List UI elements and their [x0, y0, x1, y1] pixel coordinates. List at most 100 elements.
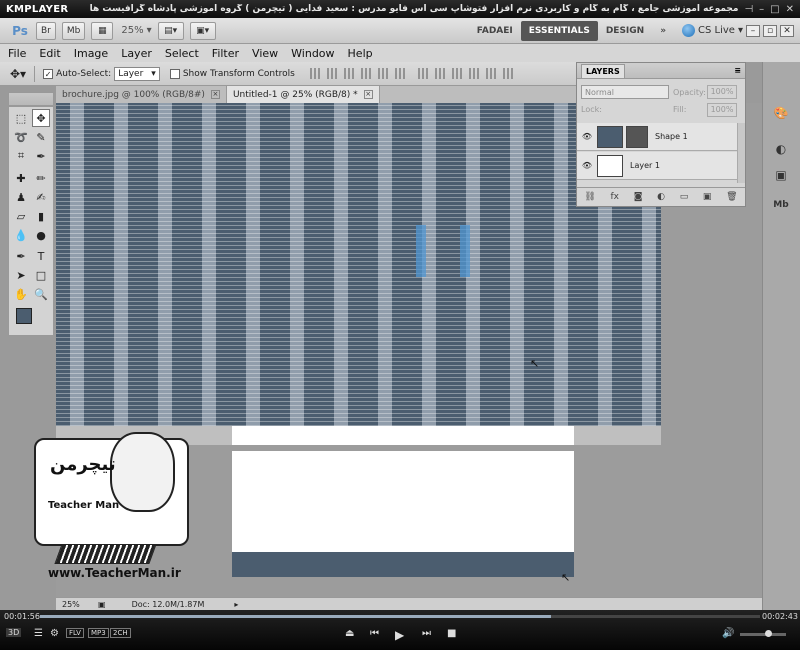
shape-1-rectangle[interactable]: [232, 552, 574, 577]
maximize-icon[interactable]: □: [770, 4, 779, 15]
color-panel-icon[interactable]: 🎨: [771, 106, 791, 124]
align-hcenter-icon[interactable]: [377, 68, 389, 79]
type-tool-icon[interactable]: T: [32, 247, 50, 265]
blur-tool-icon[interactable]: 💧: [12, 226, 30, 244]
volume-slider[interactable]: [740, 633, 786, 636]
menu-icon[interactable]: ☰: [34, 628, 43, 639]
cs-live-button[interactable]: CS Live ▾: [682, 24, 743, 37]
eraser-tool-icon[interactable]: ▱: [12, 207, 30, 225]
menu-help[interactable]: Help: [348, 47, 373, 60]
align-bottom-icon[interactable]: [343, 68, 355, 79]
minimize-icon[interactable]: –: [759, 4, 764, 15]
visibility-eye-icon[interactable]: 👁: [581, 132, 593, 141]
pen-tool-icon[interactable]: ✒: [12, 247, 30, 265]
minibridge-button[interactable]: Mb: [61, 21, 86, 40]
foreground-color-swatch[interactable]: [16, 308, 32, 324]
status-zoom[interactable]: 25%: [56, 600, 92, 609]
layers-scrollbar[interactable]: [737, 123, 745, 183]
zoom-level-select[interactable]: 25% ▾: [121, 25, 151, 36]
distribute-hcenter-icon[interactable]: [485, 68, 497, 79]
ps-minimize-icon[interactable]: –: [746, 24, 760, 37]
masks-panel-icon[interactable]: ▣: [771, 168, 791, 186]
fill-field[interactable]: 100%: [707, 103, 737, 117]
distribute-bottom-icon[interactable]: [451, 68, 463, 79]
tab-untitled-1[interactable]: Untitled-1 @ 25% (RGB/8) * ×: [226, 86, 380, 103]
clone-stamp-tool-icon[interactable]: ♟: [12, 188, 30, 206]
stop-icon[interactable]: ■: [447, 628, 456, 639]
rectangle-tool-icon[interactable]: □: [32, 266, 50, 284]
healing-brush-tool-icon[interactable]: ✚: [12, 169, 30, 187]
close-icon[interactable]: ✕: [786, 4, 794, 15]
volume-knob[interactable]: [765, 630, 772, 637]
panel-menu-icon[interactable]: ≡: [734, 66, 745, 75]
quick-select-tool-icon[interactable]: ✎: [32, 128, 50, 146]
play-icon[interactable]: ▶: [395, 628, 404, 642]
new-layer-icon[interactable]: ▣: [703, 192, 712, 202]
align-right-icon[interactable]: [394, 68, 406, 79]
hand-tool-icon[interactable]: ✋: [12, 285, 30, 303]
menu-layer[interactable]: Layer: [121, 47, 152, 60]
ps-close-icon[interactable]: ✕: [780, 24, 794, 37]
gradient-tool-icon[interactable]: ▮: [32, 207, 50, 225]
brush-tool-icon[interactable]: ✏: [32, 169, 50, 187]
move-tool-icon[interactable]: ✥: [32, 109, 50, 127]
link-layers-icon[interactable]: ⛓: [584, 192, 595, 202]
eject-icon[interactable]: ⏏: [345, 628, 354, 639]
auto-select-target-select[interactable]: Layer ▾: [114, 66, 160, 81]
layer-style-icon[interactable]: fx: [610, 192, 619, 202]
workspace-fadaei[interactable]: FADAEI: [469, 21, 521, 41]
status-icon[interactable]: ▣: [98, 600, 106, 609]
show-transform-checkbox[interactable]: [169, 68, 180, 79]
delete-layer-icon[interactable]: 🗑: [726, 192, 737, 202]
menu-select[interactable]: Select: [165, 47, 199, 60]
zoom-tool-icon[interactable]: 🔍: [32, 285, 50, 303]
align-vcenter-icon[interactable]: [326, 68, 338, 79]
group-icon[interactable]: ▭: [680, 192, 689, 202]
distribute-vcenter-icon[interactable]: [434, 68, 446, 79]
workspace-essentials[interactable]: ESSENTIALS: [520, 20, 598, 41]
layer-row-layer-1[interactable]: 👁 Layer 1: [577, 152, 737, 180]
status-menu-arrow-icon[interactable]: ▸: [234, 600, 238, 609]
menu-file[interactable]: File: [8, 47, 26, 60]
3d-mode-button[interactable]: 3D: [6, 628, 22, 637]
minibridge-panel-icon[interactable]: Mb: [771, 200, 791, 218]
pin-icon[interactable]: ⊣: [744, 4, 753, 15]
tab-close-icon[interactable]: ×: [363, 90, 373, 99]
view-extras-button[interactable]: ▦: [91, 21, 114, 40]
settings-icon[interactable]: ⚙: [50, 628, 59, 639]
layer-row-shape-1[interactable]: 👁 Shape 1: [577, 123, 737, 151]
menu-image[interactable]: Image: [74, 47, 108, 60]
opacity-field[interactable]: 100%: [707, 85, 737, 99]
adjustments-panel-icon[interactable]: ◐: [771, 142, 791, 160]
brochure-pattern-layer[interactable]: [56, 103, 661, 426]
volume-icon[interactable]: 🔊: [722, 628, 734, 639]
menu-edit[interactable]: Edit: [39, 47, 60, 60]
menu-filter[interactable]: Filter: [212, 47, 239, 60]
tab-close-icon[interactable]: ×: [210, 90, 220, 99]
distribute-top-icon[interactable]: [417, 68, 429, 79]
screen-mode-button[interactable]: ▣▾: [189, 21, 216, 40]
tab-brochure[interactable]: brochure.jpg @ 100% (RGB/8#) ×: [56, 86, 227, 103]
align-left-icon[interactable]: [360, 68, 372, 79]
path-selection-tool-icon[interactable]: ➤: [12, 266, 30, 284]
move-tool-preset-icon[interactable]: ✥▾: [10, 67, 26, 81]
ps-restore-icon[interactable]: ▫: [763, 24, 777, 37]
visibility-eye-icon[interactable]: 👁: [581, 161, 593, 170]
arrange-documents-button[interactable]: ▤▾: [157, 21, 184, 40]
next-icon[interactable]: ⏭: [422, 628, 431, 639]
adjustment-layer-icon[interactable]: ◐: [657, 192, 665, 202]
dodge-tool-icon[interactable]: ●: [32, 226, 50, 244]
add-mask-icon[interactable]: ◙: [634, 192, 643, 202]
history-brush-tool-icon[interactable]: ✍: [32, 188, 50, 206]
distribute-right-icon[interactable]: [502, 68, 514, 79]
previous-icon[interactable]: ⏮: [370, 628, 379, 639]
tools-panel-header[interactable]: [8, 92, 54, 106]
layers-tab[interactable]: LAYERS: [581, 63, 625, 78]
more-workspaces-icon[interactable]: »: [652, 21, 674, 41]
distribute-left-icon[interactable]: [468, 68, 480, 79]
auto-select-checkbox[interactable]: ✓: [43, 68, 54, 79]
menu-window[interactable]: Window: [291, 47, 334, 60]
bridge-button[interactable]: Br: [36, 21, 56, 40]
eyedropper-tool-icon[interactable]: ✒: [32, 147, 50, 165]
align-top-icon[interactable]: [309, 68, 321, 79]
